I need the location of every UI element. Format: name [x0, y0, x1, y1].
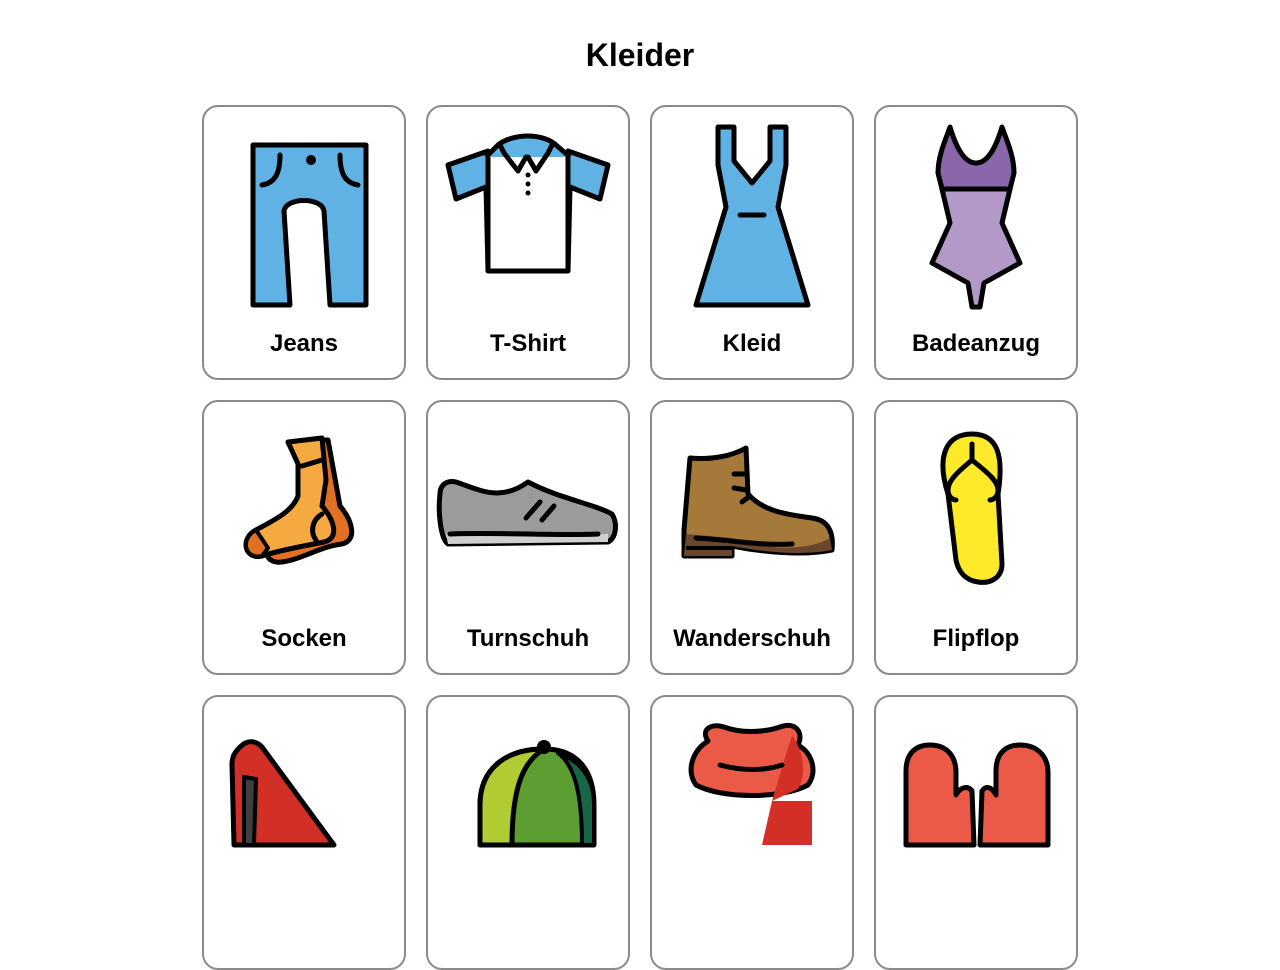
card-hiking-boot[interactable]: Wanderschuh: [650, 400, 854, 675]
card-swimsuit[interactable]: Badeanzug: [874, 105, 1078, 380]
flipflop-icon: [940, 431, 1005, 585]
sneaker-icon: [436, 479, 618, 547]
mittens-icon: [903, 742, 1051, 848]
tshirt-icon: [445, 133, 611, 274]
high-heel-icon: [229, 739, 337, 848]
card-jeans[interactable]: Jeans: [202, 105, 406, 380]
card-high-heel[interactable]: [202, 695, 406, 970]
card-dress[interactable]: Kleid: [650, 105, 854, 380]
hiking-boot-icon: [681, 445, 835, 559]
card-label: Socken: [261, 625, 347, 652]
card-socks[interactable]: Socken: [202, 400, 406, 675]
scarf-icon: [688, 723, 816, 845]
card-cap[interactable]: [426, 695, 630, 970]
card-scarf[interactable]: [650, 695, 854, 970]
page-title: Kleider: [585, 37, 695, 73]
card-label: Kleid: [722, 330, 782, 357]
socks-icon: [243, 435, 355, 565]
card-flipflop[interactable]: Flipflop: [874, 400, 1078, 675]
card-tshirt[interactable]: T-Shirt: [426, 105, 630, 380]
jeans-icon: [250, 142, 369, 308]
clothing-grid: Jeans T-Shirt Kleid Badeanzug Socken Tur…: [202, 105, 1078, 970]
dress-icon: [693, 124, 811, 308]
card-label: T-Shirt: [490, 330, 566, 357]
card-label: Flipflop: [932, 625, 1020, 652]
card-sneaker[interactable]: Turnschuh: [426, 400, 630, 675]
card-label: Turnschuh: [466, 625, 590, 652]
cap-icon: [477, 740, 597, 848]
swimsuit-icon: [929, 124, 1023, 310]
card-label: Wanderschuh: [673, 625, 831, 652]
card-mittens[interactable]: [874, 695, 1078, 970]
card-label: Badeanzug: [911, 330, 1040, 357]
card-label: Jeans: [269, 330, 339, 357]
